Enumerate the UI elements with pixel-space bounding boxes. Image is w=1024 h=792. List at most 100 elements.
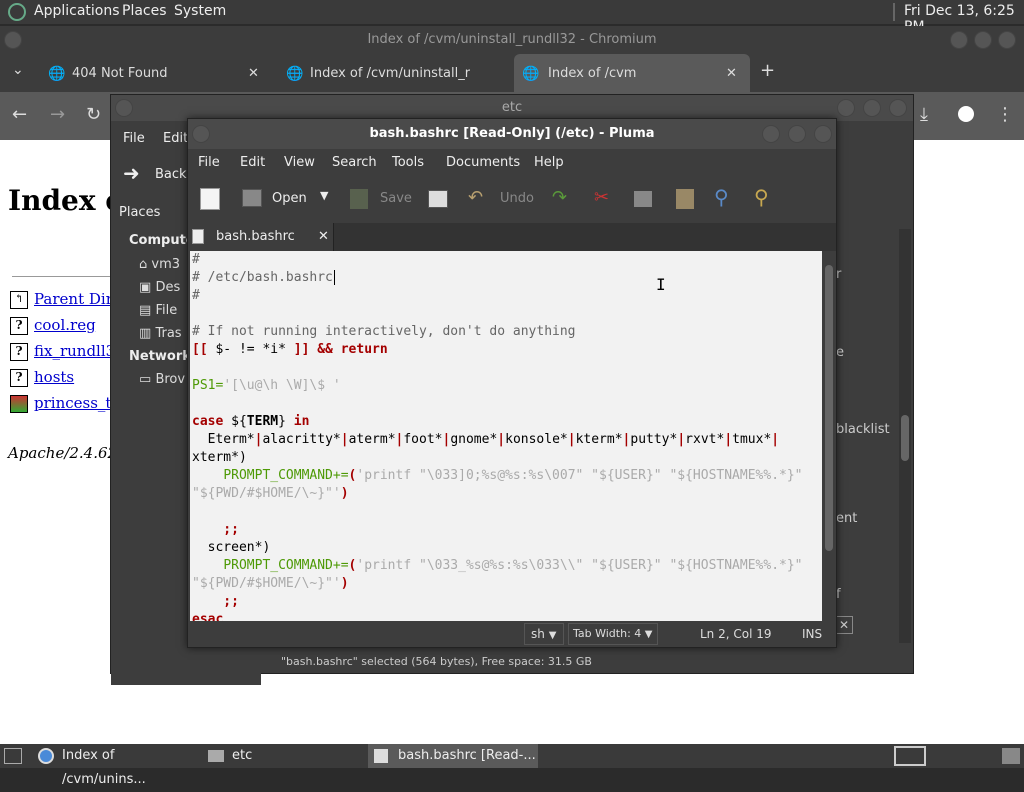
unknown-file-icon: ?: [10, 317, 28, 335]
maximize-button[interactable]: [788, 125, 806, 143]
places-menu[interactable]: Places: [122, 3, 167, 19]
sidebar-item-browse-network[interactable]: ▭ Brov: [139, 372, 185, 387]
chromium-tabstrip: ⌄ 🌐 404 Not Found ✕ 🌐 Index of /cvm/unin…: [0, 54, 1024, 92]
places-label[interactable]: Places: [119, 205, 160, 220]
replace-icon[interactable]: ⚲: [754, 185, 769, 209]
mate-logo-icon[interactable]: [8, 3, 26, 21]
minimize-button[interactable]: [837, 99, 855, 117]
code-line: PS1='[\u@\h \W]\$ ': [192, 378, 341, 393]
clear-close-icon[interactable]: ✕: [835, 616, 853, 634]
caja-scrollbar[interactable]: [899, 229, 911, 643]
sidebar-item-vm3[interactable]: ⌂ vm3: [139, 257, 180, 272]
caja-file-menu[interactable]: File: [123, 131, 145, 146]
tab-close-icon[interactable]: ✕: [248, 54, 259, 94]
search-icon[interactable]: ⚲: [714, 185, 729, 209]
code-line: [[ $- != *i* ]] && return: [192, 342, 388, 357]
chromium-icon: [38, 748, 54, 764]
minimize-button[interactable]: [950, 31, 968, 49]
caja-edit-menu[interactable]: Edit: [163, 131, 188, 146]
open-button[interactable]: Open: [272, 191, 307, 206]
menu-help[interactable]: Help: [534, 155, 564, 170]
menu-edit[interactable]: Edit: [240, 155, 265, 170]
close-button[interactable]: [889, 99, 907, 117]
applications-menu[interactable]: Applications: [34, 3, 120, 19]
window-menu-button[interactable]: [4, 31, 22, 49]
tab-close-icon[interactable]: ✕: [726, 54, 737, 94]
new-document-icon[interactable]: [200, 188, 220, 210]
dropdown-icon: ▼: [548, 630, 557, 641]
sidebar-item-trash[interactable]: ▥ Tras: [139, 326, 182, 341]
close-button[interactable]: [998, 31, 1016, 49]
code-line: ;;: [192, 522, 239, 537]
scroll-thumb[interactable]: [825, 265, 833, 551]
profile-avatar-icon[interactable]: [958, 106, 974, 122]
code-line: "${PWD/#$HOME/\~}"'): [192, 486, 349, 501]
undo-arrow-icon[interactable]: ↶: [468, 187, 483, 208]
text-editor[interactable]: # # /etc/bash.bashrc # # If not running …: [190, 251, 822, 621]
menu-file[interactable]: File: [198, 155, 220, 170]
menu-tools[interactable]: Tools: [392, 155, 424, 170]
panel-separator: [893, 3, 895, 21]
save-button[interactable]: Save: [380, 191, 412, 206]
sidebar-computer-header: Compute: [129, 233, 195, 248]
sidebar-item-desktop[interactable]: ▣ Des: [139, 280, 180, 295]
tab-uninstall-rundll32[interactable]: 🌐 Index of /cvm/uninstall_rund: [278, 54, 508, 92]
paste-icon[interactable]: [676, 189, 694, 209]
reload-icon[interactable]: ↻: [86, 104, 101, 125]
forward-arrow-icon[interactable]: →: [50, 104, 65, 125]
back-arrow-icon[interactable]: ←: [12, 104, 27, 125]
window-menu-button[interactable]: [192, 125, 210, 143]
text-cursor-ibeam-icon: I: [656, 275, 666, 294]
task-pluma[interactable]: bash.bashrc [Read-...: [368, 744, 538, 768]
task-label: bash.bashrc [Read-...: [398, 748, 536, 763]
tab-404[interactable]: 🌐 404 Not Found ✕: [40, 54, 270, 92]
open-folder-icon[interactable]: [242, 189, 262, 207]
minimize-button[interactable]: [762, 125, 780, 143]
caja-back-button[interactable]: Back: [155, 167, 187, 182]
editor-scrollbar[interactable]: [822, 251, 836, 621]
back-arrow-icon[interactable]: ➜: [123, 161, 140, 185]
new-tab-plus-icon[interactable]: +: [760, 60, 775, 81]
menu-search[interactable]: Search: [332, 155, 377, 170]
scroll-thumb[interactable]: [901, 415, 909, 461]
copy-icon[interactable]: [634, 191, 652, 207]
open-dropdown-icon[interactable]: ▼: [320, 189, 328, 202]
undo-button[interactable]: Undo: [500, 191, 534, 206]
task-chromium[interactable]: Index of /cvm/unins...: [34, 744, 200, 787]
trash-applet-icon[interactable]: [1002, 748, 1020, 764]
close-button[interactable]: [814, 125, 832, 143]
tab-search-chevron-icon[interactable]: ⌄: [12, 62, 24, 78]
task-caja-etc[interactable]: etc: [202, 744, 366, 768]
language-selector[interactable]: sh ▼: [524, 623, 564, 645]
sidebar-item-label: Tras: [155, 326, 182, 341]
chromium-titlebar: Index of /cvm/uninstall_rundll32 - Chrom…: [0, 26, 1024, 54]
code-line: PROMPT_COMMAND+=('printf "\033]0;%s@%s:%…: [223, 468, 803, 483]
code-line: # /etc/bash.bashrc: [192, 270, 335, 285]
system-menu[interactable]: System: [174, 3, 226, 19]
menu-view[interactable]: View: [284, 155, 315, 170]
menu-documents[interactable]: Documents: [446, 155, 520, 170]
pluma-toolbar: Open ▼ Save ↶ Undo ↷ ✂ ⚲ ⚲: [188, 177, 836, 223]
cut-scissors-icon[interactable]: ✂: [594, 187, 609, 208]
sidebar-item-label: File: [155, 303, 178, 318]
save-icon[interactable]: [350, 189, 368, 209]
sidebar-item-filesystem[interactable]: ▤ File: [139, 303, 177, 318]
code-line: # If not running interactively, don't do…: [192, 324, 576, 339]
show-desktop-icon[interactable]: [4, 748, 22, 764]
maximize-button[interactable]: [974, 31, 992, 49]
redo-arrow-icon[interactable]: ↷: [552, 187, 567, 208]
tab-width-selector[interactable]: Tab Width: 4 ▼: [568, 623, 658, 645]
maximize-button[interactable]: [863, 99, 881, 117]
tab-cvm[interactable]: 🌐 Index of /cvm ✕: [514, 54, 750, 92]
tab-width-label: Tab Width: 4: [573, 627, 642, 640]
cool-reg-link[interactable]: cool.reg: [34, 316, 96, 334]
download-icon[interactable]: ⤓: [920, 104, 928, 125]
window-menu-button[interactable]: [115, 99, 133, 117]
hosts-link[interactable]: hosts: [34, 368, 74, 386]
tab-close-icon[interactable]: ✕: [318, 223, 329, 251]
code-line: screen*): [192, 540, 271, 555]
workspace-switcher[interactable]: [894, 746, 926, 766]
kebab-menu-icon[interactable]: ⋮: [996, 104, 1014, 125]
print-icon[interactable]: [428, 190, 448, 208]
document-tab[interactable]: bash.bashrc ✕: [188, 223, 334, 251]
